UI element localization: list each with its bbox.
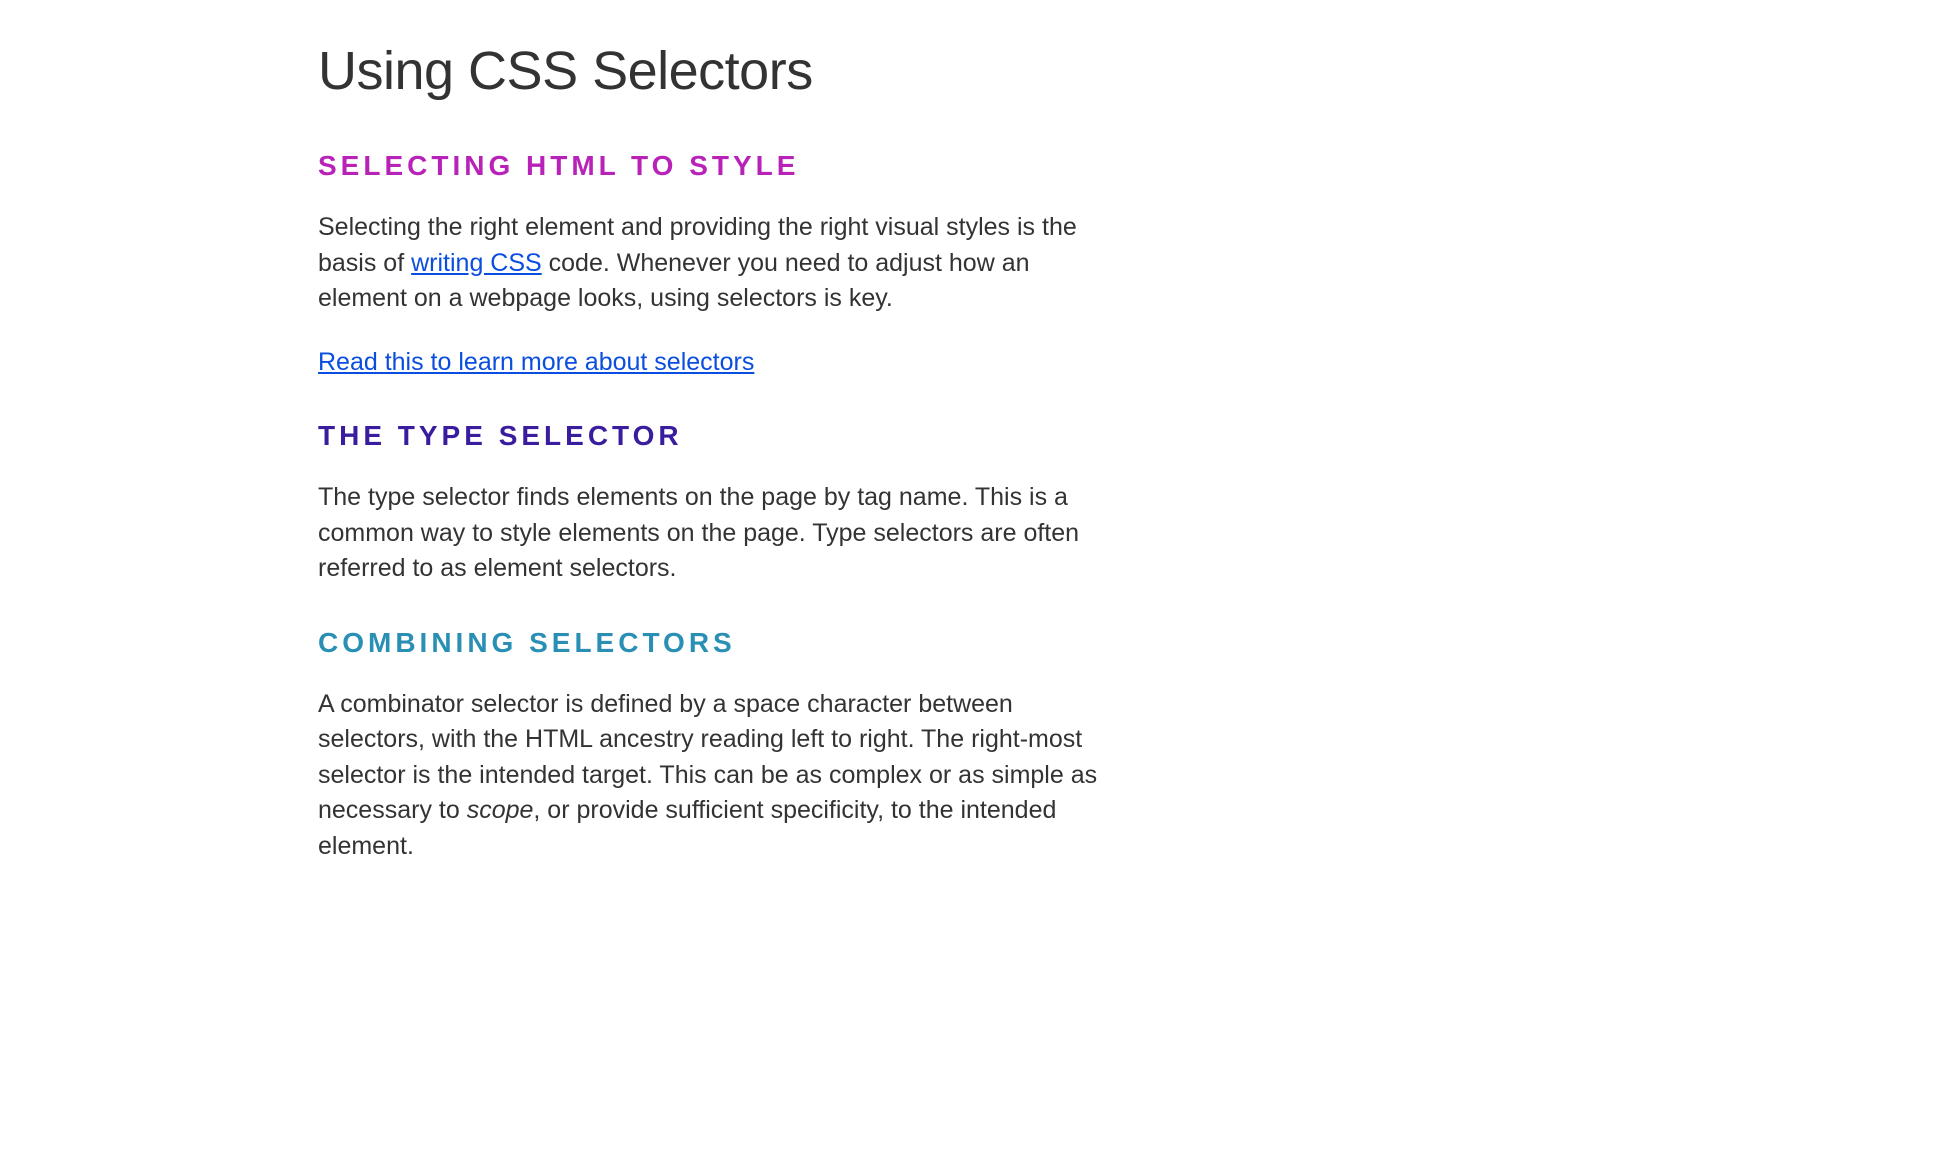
section-heading: The Type Selector <box>318 420 1118 452</box>
section-selecting-html: Selecting HTML to Style Selecting the ri… <box>318 150 1118 380</box>
section-heading: Selecting HTML to Style <box>318 150 1118 182</box>
emphasized-text: scope <box>467 796 534 824</box>
section-heading: Combining Selectors <box>318 627 1118 659</box>
paragraph: A combinator selector is defined by a sp… <box>318 687 1118 865</box>
read-more-paragraph: Read this to learn more about selectors <box>318 345 1118 381</box>
paragraph: The type selector finds elements on the … <box>318 480 1118 587</box>
section-type-selector: The Type Selector The type selector find… <box>318 420 1118 587</box>
article-content: Using CSS Selectors Selecting HTML to St… <box>318 40 1118 864</box>
read-more-link[interactable]: Read this to learn more about selectors <box>318 348 754 376</box>
paragraph: Selecting the right element and providin… <box>318 210 1118 317</box>
writing-css-link[interactable]: writing CSS <box>411 249 542 277</box>
section-combining-selectors: Combining Selectors A combinator selecto… <box>318 627 1118 865</box>
page-title: Using CSS Selectors <box>318 40 1118 102</box>
